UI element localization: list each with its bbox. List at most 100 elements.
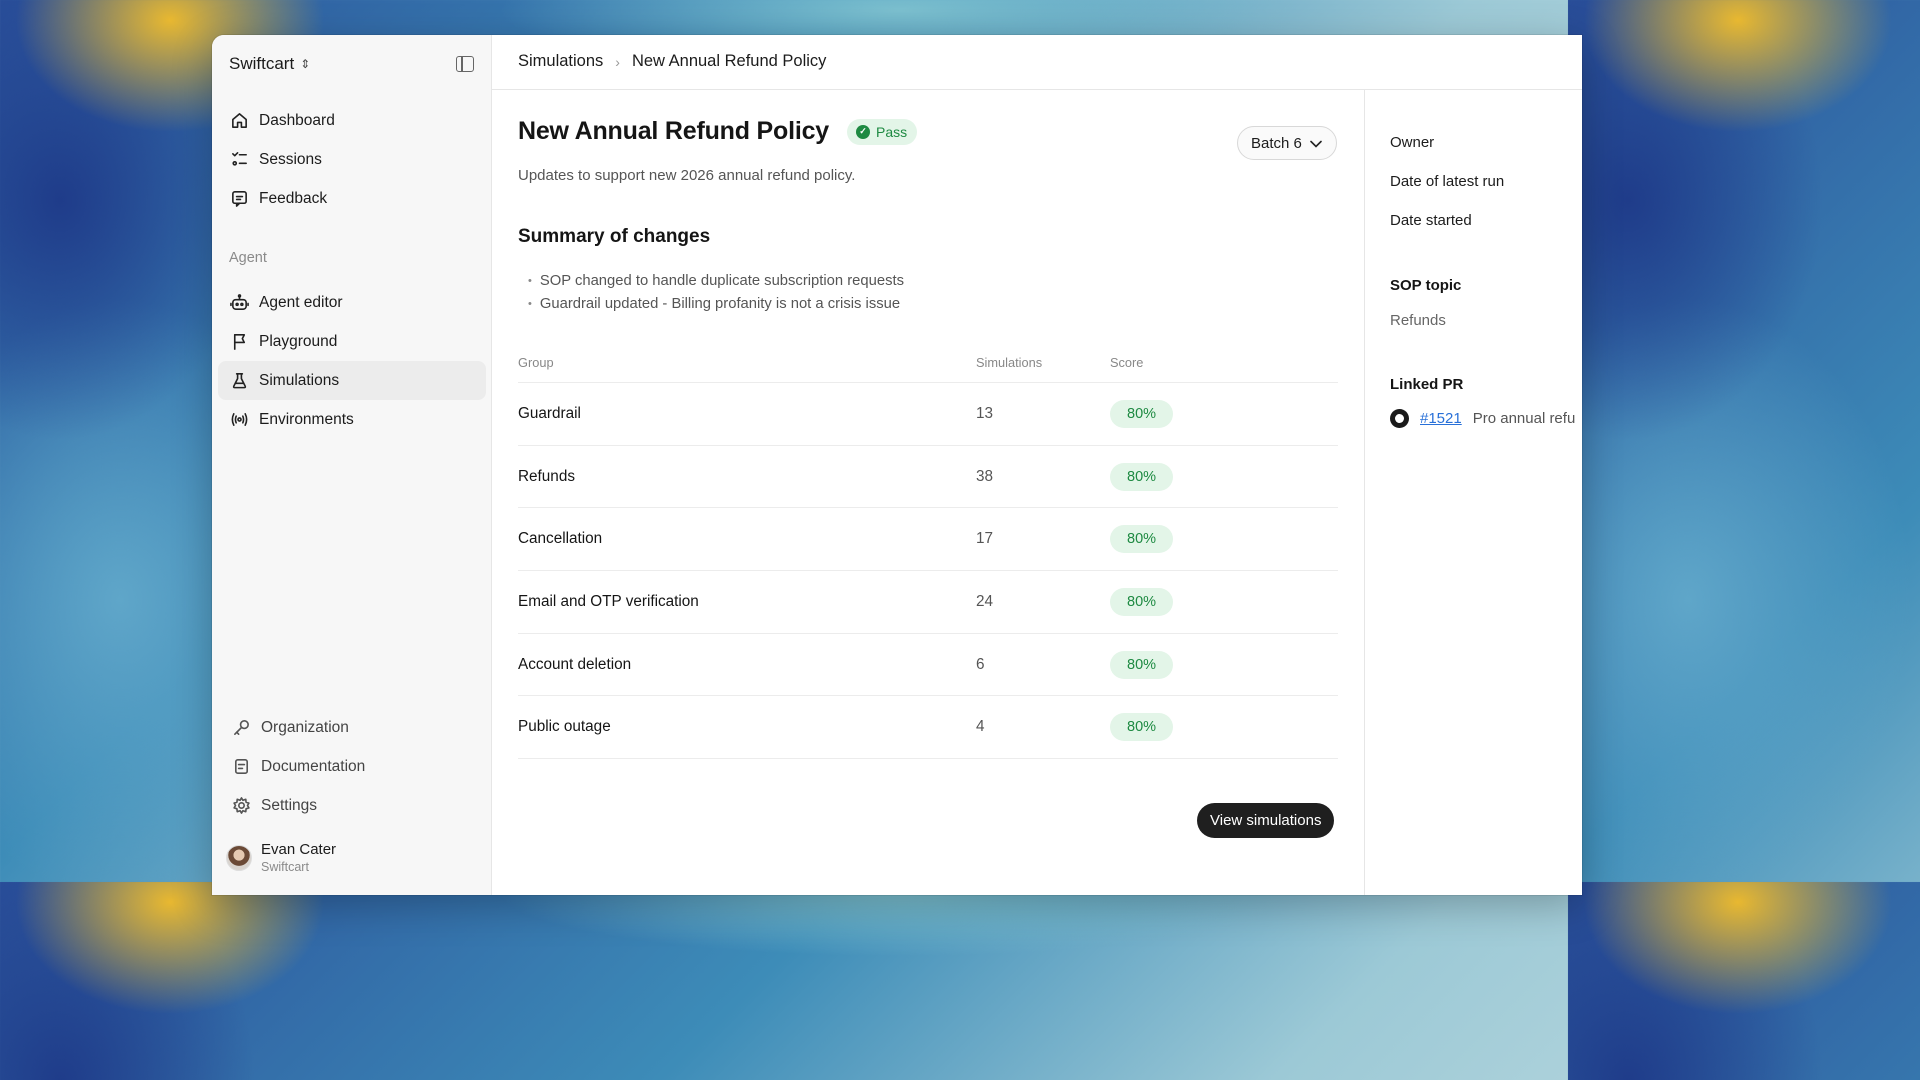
sidebar-item-label: Playground: [259, 332, 338, 350]
chevron-down-icon: [1310, 135, 1322, 152]
sidebar-item-environments[interactable]: Environments: [218, 400, 486, 439]
score-badge: 80%: [1110, 713, 1174, 742]
sidebar-item-documentation[interactable]: Documentation: [220, 747, 488, 786]
score-badge: 80%: [1110, 587, 1174, 616]
gear-icon: [232, 796, 251, 815]
table-row[interactable]: Public outage 4 80%: [518, 696, 1338, 760]
simulation-count: 6: [976, 655, 985, 673]
score-badge: 80%: [1110, 462, 1174, 491]
sidebar-item-label: Dashboard: [259, 111, 335, 129]
flag-icon: [230, 332, 249, 351]
sessions-list-icon: [230, 150, 249, 169]
table-row[interactable]: Cancellation 17 80%: [518, 508, 1338, 572]
sidebar-item-label: Documentation: [261, 757, 366, 775]
summary-heading: Summary of changes: [518, 226, 711, 247]
workspace-name: Swiftcart: [229, 54, 295, 73]
linked-pr-label: Linked PR: [1390, 376, 1464, 393]
summary-item: SOP changed to handle duplicate subscrip…: [528, 271, 904, 294]
sidebar-item-label: Organization: [261, 718, 349, 736]
latest-run-label: Date of latest run: [1390, 173, 1505, 190]
sidebar-item-agent-editor[interactable]: Agent editor: [218, 283, 486, 322]
github-icon: [1390, 409, 1409, 428]
flask-icon: [230, 371, 249, 390]
chevron-updown-icon: ⇕: [300, 57, 311, 71]
main-content: Simulations › New Annual Refund Policy N…: [492, 35, 1582, 895]
page-title: New Annual Refund Policy: [518, 117, 829, 145]
workspace-switcher[interactable]: Swiftcart ⇕: [229, 54, 310, 74]
title-row: New Annual Refund Policy ✓ Pass: [518, 117, 918, 146]
table-row[interactable]: Refunds 38 80%: [518, 446, 1338, 509]
status-badge: ✓ Pass: [846, 118, 918, 145]
robot-icon: [230, 293, 249, 312]
simulation-count: 13: [976, 404, 994, 422]
sidebar-item-feedback[interactable]: Feedback: [218, 179, 486, 218]
sidebar-item-dashboard[interactable]: Dashboard: [218, 101, 486, 140]
table-header: Group Simulations Score: [518, 355, 1338, 383]
pr-title: Pro annual refu: [1472, 410, 1576, 427]
breadcrumb-simulations[interactable]: Simulations: [518, 52, 603, 71]
group-name: Account deletion: [518, 655, 632, 673]
header-group: Group: [518, 355, 554, 370]
simulation-count: 17: [976, 530, 994, 548]
sidebar-item-label: Feedback: [259, 189, 328, 207]
agent-section-label: Agent: [229, 250, 267, 266]
app-window: Swiftcart ⇕ Dashboard Sessions Feedback …: [212, 35, 1582, 895]
group-name: Email and OTP verification: [518, 592, 699, 610]
user-org: Swiftcart: [261, 860, 309, 874]
key-icon: [232, 718, 251, 737]
feedback-icon: [230, 189, 249, 208]
header-simulations: Simulations: [976, 355, 1043, 370]
sidebar: Swiftcart ⇕ Dashboard Sessions Feedback …: [212, 35, 492, 895]
page-description: Updates to support new 2026 annual refun…: [518, 167, 856, 184]
broadcast-icon: [230, 410, 249, 429]
header-score: Score: [1110, 355, 1144, 370]
simulation-count: 4: [976, 718, 985, 736]
user-menu[interactable]: Evan Cater Swiftcart: [226, 841, 336, 874]
chevron-right-icon: ›: [615, 53, 620, 70]
sidebar-item-label: Agent editor: [259, 293, 343, 311]
sop-topic-label: SOP topic: [1390, 277, 1462, 294]
batch-dropdown-value: Batch 6: [1251, 134, 1302, 152]
top-bar: Simulations › New Annual Refund Policy: [492, 35, 1582, 90]
simulation-count: 24: [976, 592, 994, 610]
sidebar-item-label: Simulations: [259, 371, 340, 389]
simulation-count: 38: [976, 467, 994, 485]
breadcrumb-current: New Annual Refund Policy: [631, 52, 827, 70]
owner-label: Owner: [1390, 134, 1435, 151]
date-started-label: Date started: [1390, 212, 1472, 229]
sidebar-item-simulations[interactable]: Simulations: [218, 361, 486, 400]
details-panel: Owner Date of latest run Date started SO…: [1364, 90, 1582, 895]
pr-link[interactable]: #1521: [1420, 410, 1462, 427]
score-badge: 80%: [1110, 650, 1174, 679]
group-name: Refunds: [518, 467, 575, 485]
sidebar-item-settings[interactable]: Settings: [220, 786, 488, 825]
view-simulations-button[interactable]: View simulations: [1197, 803, 1335, 838]
sidebar-item-label: Sessions: [259, 150, 322, 168]
status-badge-label: Pass: [875, 123, 908, 140]
sidebar-item-playground[interactable]: Playground: [218, 322, 486, 361]
user-name: Evan Cater: [261, 841, 337, 858]
home-icon: [230, 111, 249, 130]
group-name: Cancellation: [518, 530, 603, 548]
score-badge: 80%: [1110, 525, 1174, 554]
check-circle-icon: ✓: [855, 124, 870, 139]
group-name: Guardrail: [518, 404, 581, 422]
linked-pr: #1521 Pro annual refu: [1390, 409, 1575, 428]
sidebar-item-sessions[interactable]: Sessions: [218, 140, 486, 179]
avatar: [226, 844, 252, 871]
summary-item: Guardrail updated - Billing profanity is…: [528, 294, 904, 317]
table-row[interactable]: Email and OTP verification 24 80%: [518, 571, 1338, 634]
document-icon: [232, 757, 251, 776]
score-badge: 80%: [1110, 399, 1174, 428]
table-row[interactable]: Account deletion 6 80%: [518, 634, 1338, 697]
sidebar-item-organization[interactable]: Organization: [220, 708, 488, 747]
sop-topic-value: Refunds: [1390, 312, 1446, 329]
breadcrumb: Simulations › New Annual Refund Policy: [518, 52, 826, 71]
groups-table: Group Simulations Score Guardrail 13 80%…: [518, 355, 1338, 760]
sidebar-toggle-icon[interactable]: [456, 56, 474, 72]
sidebar-item-label: Environments: [259, 410, 354, 428]
sidebar-item-label: Settings: [261, 796, 318, 814]
table-row[interactable]: Guardrail 13 80%: [518, 383, 1338, 446]
batch-dropdown[interactable]: Batch 6: [1237, 126, 1337, 160]
summary-list: SOP changed to handle duplicate subscrip…: [528, 271, 904, 316]
